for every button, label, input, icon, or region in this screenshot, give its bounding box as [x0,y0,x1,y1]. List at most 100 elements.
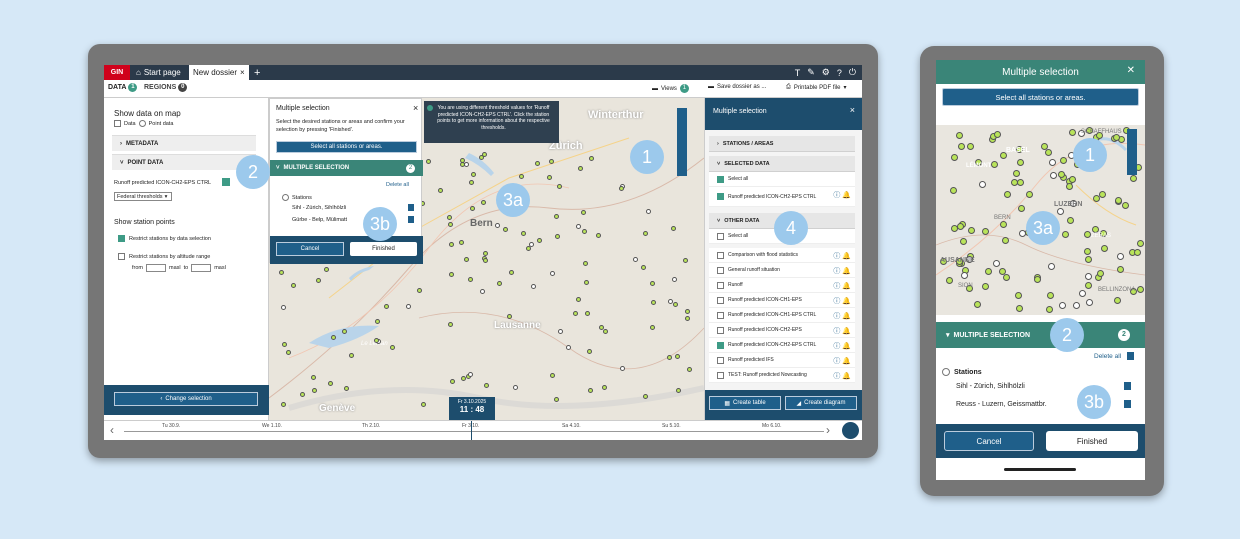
station-point[interactable] [992,259,1000,267]
point-data-section[interactable]: ˅ POINT DATA [112,154,256,170]
create-diagram-button[interactable]: ◢ Create diagram [785,396,857,410]
trash-icon[interactable] [1127,352,1134,360]
station-point[interactable] [675,353,681,359]
station-point[interactable] [1085,298,1093,306]
station-point[interactable] [508,269,514,275]
station-point[interactable] [290,282,296,288]
station-point[interactable] [483,382,489,388]
station-point[interactable] [546,174,552,180]
restrict-data-option[interactable]: Restrict stations by data selection [118,235,211,242]
metadata-section[interactable]: › METADATA [112,135,256,151]
station-point[interactable] [482,257,488,263]
select-all-stations-button[interactable]: Select all stations or areas. [942,88,1139,106]
text-icon[interactable]: T [795,68,801,78]
station-point[interactable] [1092,225,1100,233]
station-point[interactable] [1002,236,1010,244]
multiple-selection-header[interactable]: ▾ MULTIPLE SELECTION [936,322,1145,348]
station-point[interactable] [685,315,691,321]
station-point[interactable] [586,349,592,355]
station-point[interactable] [1059,156,1067,164]
stations-radio[interactable] [282,194,289,201]
station-point[interactable] [595,232,601,238]
info-bell-icon[interactable]: ⓘ 🔔 [833,296,851,306]
station-point[interactable] [506,314,512,320]
station-point[interactable] [1083,230,1091,238]
close-icon[interactable]: × [413,103,418,113]
station-point[interactable] [1134,248,1142,256]
station-point[interactable] [981,282,989,290]
info-bell-icon[interactable]: ⓘ 🔔 [833,251,851,261]
station-point[interactable] [619,365,625,371]
station-point[interactable] [967,227,975,235]
station-point[interactable] [280,305,286,311]
close-icon[interactable]: × [240,68,245,77]
map-controls[interactable] [677,108,687,176]
station-point[interactable] [670,225,676,231]
station-point[interactable] [973,300,981,308]
data-checkbox[interactable] [717,296,724,304]
station-point[interactable] [577,165,583,171]
delete-all-link[interactable]: Delete all [1094,353,1121,360]
restrict-altitude-option[interactable]: Restrict stations by altitude range [118,253,210,260]
selected-data-item[interactable]: Runoff predicted ICON-CH2-EPS CTRL ⓘ 🔔 [709,187,855,207]
station-point[interactable] [416,288,422,294]
station-point[interactable] [529,241,535,247]
station-point[interactable] [1066,216,1074,224]
station-point[interactable] [1000,220,1008,228]
station-point[interactable] [480,200,486,206]
station-point[interactable] [530,283,536,289]
trash-icon[interactable] [408,216,414,223]
selected-data-section[interactable]: ˅ SELECTED DATA [709,156,855,172]
station-point[interactable] [448,321,454,327]
station-point[interactable] [601,384,607,390]
other-data-item[interactable]: Runoff predicted ICON-CH2-EPS CTRL ⓘ 🔔 [709,338,855,353]
add-tab-button[interactable]: + [250,65,264,80]
station-point[interactable] [1047,291,1055,299]
station-point[interactable] [668,298,674,304]
checkbox-checked[interactable] [222,178,230,186]
station-point[interactable] [1049,171,1057,179]
station-point[interactable] [348,352,354,358]
station-point[interactable] [1066,182,1074,190]
info-bell-icon[interactable]: ⓘ 🔔 [833,281,851,291]
station-point[interactable] [549,270,555,276]
station-point[interactable] [383,304,389,310]
help-icon[interactable]: ? [837,68,842,78]
data-checkbox[interactable] [717,341,724,349]
other-data-item[interactable]: Comparison with flood statistics ⓘ 🔔 [709,248,855,263]
info-bell-icon[interactable]: ⓘ 🔔 [833,326,851,336]
other-data-item[interactable]: Runoff ⓘ 🔔 [709,278,855,293]
time-box[interactable]: Fr 3.10.2025 11 : 48 [449,397,495,421]
select-all-stations-button[interactable]: Select all stations or areas. [276,141,417,153]
station-point[interactable] [1012,169,1020,177]
info-bell-icon[interactable]: ⓘ 🔔 [833,311,851,321]
station-point[interactable] [548,158,554,164]
station-point[interactable] [575,296,581,302]
station-point[interactable] [686,367,692,373]
selected-item-checkbox[interactable] [717,193,724,200]
other-data-item[interactable]: Runoff predicted ICON-CH2-EPS ⓘ 🔔 [709,323,855,338]
live-time-icon[interactable] [842,422,859,439]
station-point[interactable] [279,269,285,275]
station-point[interactable] [666,354,672,360]
station-point[interactable] [469,205,475,211]
chevron-right-icon[interactable]: › [826,423,830,437]
station-point[interactable] [1122,201,1130,209]
altitude-to-input[interactable] [191,264,212,272]
station-point[interactable] [323,267,329,273]
station-point[interactable] [463,256,469,262]
data-checkbox[interactable] [717,326,724,334]
station-point[interactable] [1068,175,1076,183]
change-selection-button[interactable]: ‹ Change selection [114,392,258,406]
station-point[interactable] [1117,265,1125,273]
station-point[interactable] [280,402,286,408]
info-bell-icon[interactable]: ⓘ 🔔 [833,190,851,200]
data-checkbox[interactable] [717,371,724,379]
other-data-item[interactable]: TEST: Runoff predicted Nowcasting ⓘ 🔔 [709,368,855,383]
finished-button[interactable]: Finished [350,242,417,256]
close-icon[interactable]: ✕ [1127,65,1135,76]
gear-icon[interactable]: ⚙ [822,67,830,78]
tab-data[interactable]: DATA 1 [108,83,138,92]
station-point[interactable] [459,158,465,164]
cancel-button[interactable]: Cancel [276,242,344,256]
